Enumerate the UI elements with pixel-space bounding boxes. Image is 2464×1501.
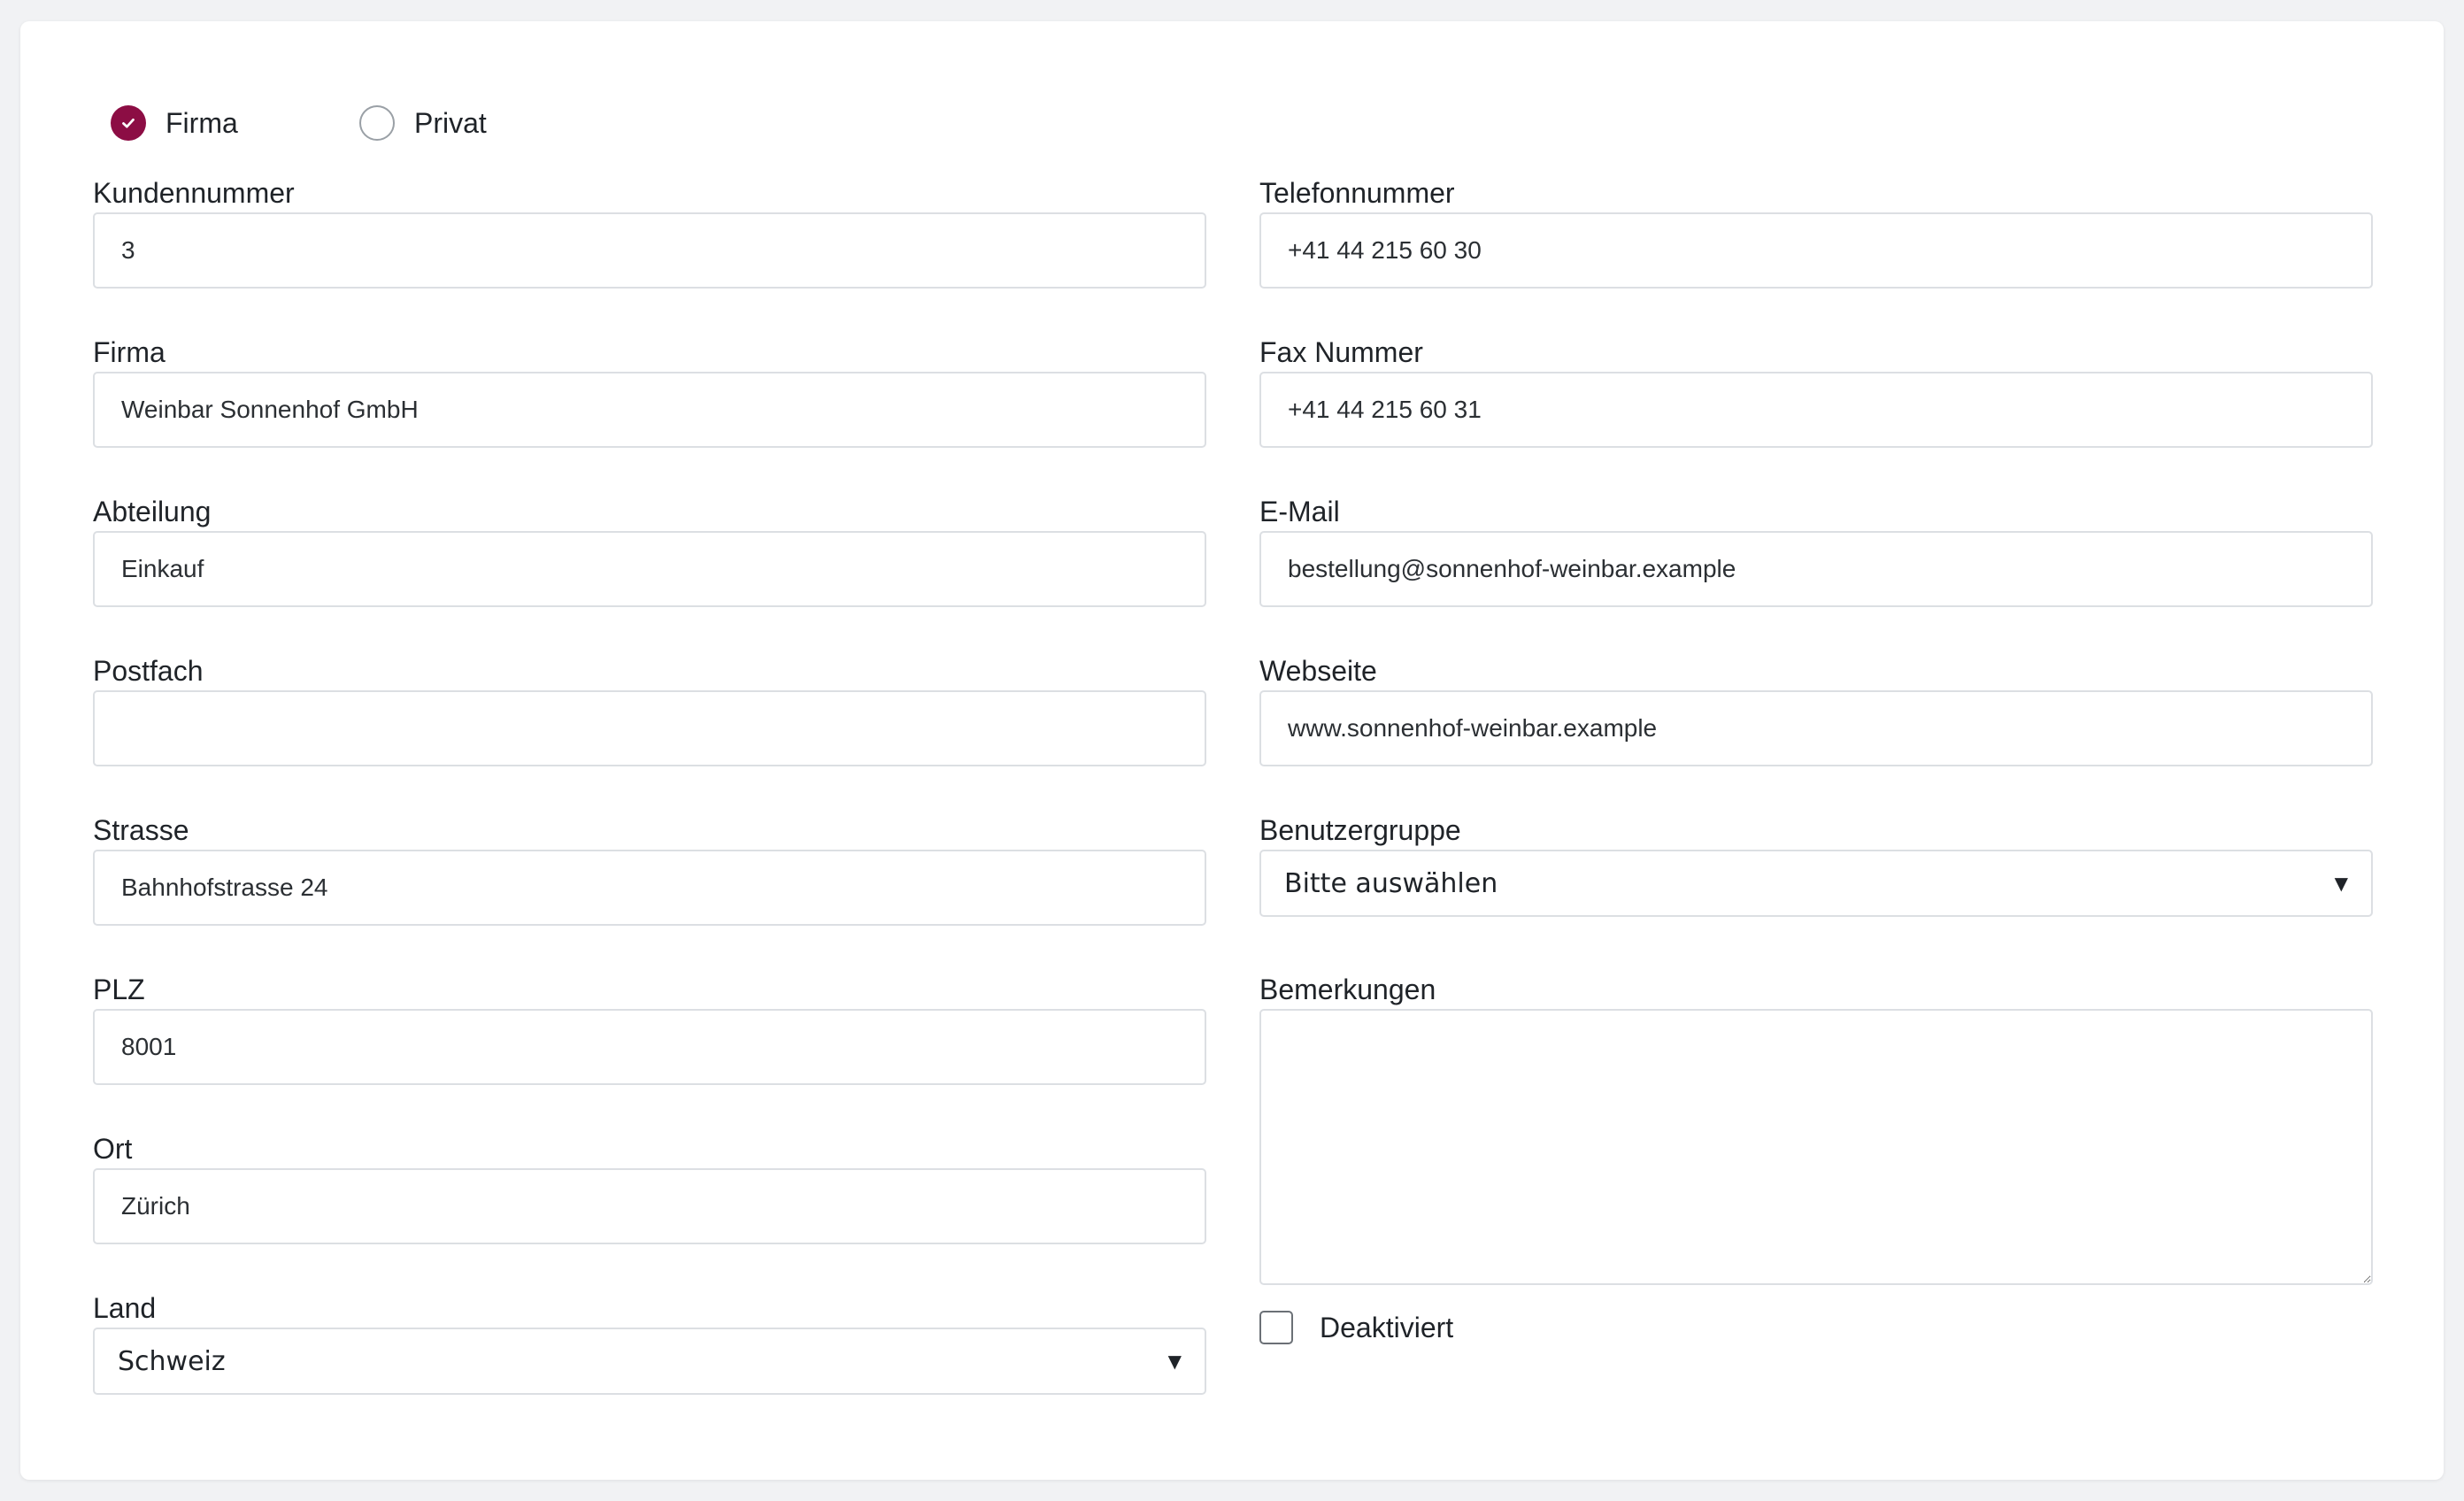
ort-label: Ort <box>93 1133 133 1165</box>
strasse-label: Strasse <box>93 814 189 846</box>
fax-input[interactable] <box>1259 372 2373 448</box>
telefon-field: Telefonnummer <box>1259 173 2373 289</box>
benutzergruppe-select[interactable]: Bitte auswählen ▼ <box>1259 850 2373 917</box>
deaktiviert-label: Deaktiviert <box>1320 1311 1454 1343</box>
email-input[interactable] <box>1259 531 2373 607</box>
strasse-input[interactable] <box>93 850 1206 926</box>
radio-checked-icon <box>111 105 146 141</box>
customer-form-card: Firma Privat Kundennummer Firma Abteilun… <box>20 21 2444 1480</box>
kundennummer-label: Kundennummer <box>93 177 295 209</box>
webseite-input[interactable] <box>1259 690 2373 766</box>
bemerkungen-label: Bemerkungen <box>1259 974 1436 1005</box>
land-select[interactable]: Schweiz ▼ <box>93 1328 1206 1395</box>
telefon-label: Telefonnummer <box>1259 177 1455 209</box>
radio-privat-label: Privat <box>414 106 487 139</box>
checkbox-icon <box>1259 1311 1293 1344</box>
telefon-input[interactable] <box>1259 212 2373 289</box>
caret-down-icon: ▼ <box>1167 1351 1182 1372</box>
postfach-input[interactable] <box>93 690 1206 766</box>
benutzergruppe-label: Benutzergruppe <box>1259 814 1461 846</box>
fax-field: Fax Nummer <box>1259 333 2373 448</box>
abteilung-label: Abteilung <box>93 496 212 527</box>
plz-input[interactable] <box>93 1009 1206 1085</box>
strasse-field: Strasse <box>93 811 1206 926</box>
bemerkungen-textarea[interactable] <box>1259 1009 2373 1285</box>
abteilung-field: Abteilung <box>93 492 1206 607</box>
email-field: E-Mail <box>1259 492 2373 607</box>
land-field: Land Schweiz ▼ <box>93 1289 1206 1395</box>
fax-label: Fax Nummer <box>1259 336 1423 368</box>
firma-field: Firma <box>93 333 1206 448</box>
benutzergruppe-field: Benutzergruppe Bitte auswählen ▼ <box>1259 811 2373 917</box>
email-label: E-Mail <box>1259 496 1340 527</box>
ort-input[interactable] <box>93 1168 1206 1244</box>
kundennummer-field: Kundennummer <box>93 173 1206 289</box>
postfach-field: Postfach <box>93 651 1206 766</box>
firma-label: Firma <box>93 336 166 368</box>
abteilung-input[interactable] <box>93 531 1206 607</box>
webseite-label: Webseite <box>1259 655 1377 687</box>
plz-field: PLZ <box>93 970 1206 1085</box>
kundennummer-input[interactable] <box>93 212 1206 289</box>
radio-unchecked-icon <box>359 105 395 141</box>
benutzergruppe-selected-value: Bitte auswählen <box>1284 867 1498 899</box>
plz-label: PLZ <box>93 974 145 1005</box>
firma-input[interactable] <box>93 372 1206 448</box>
caret-down-icon: ▼ <box>2334 873 2348 894</box>
bemerkungen-field: Bemerkungen <box>1259 970 2373 1285</box>
radio-firma-label: Firma <box>166 106 238 139</box>
radio-firma[interactable]: Firma <box>111 83 238 163</box>
postfach-label: Postfach <box>93 655 204 687</box>
land-label: Land <box>93 1292 157 1324</box>
webseite-field: Webseite <box>1259 651 2373 766</box>
land-selected-value: Schweiz <box>118 1345 226 1377</box>
deaktiviert-checkbox[interactable]: Deaktiviert <box>1259 1299 1453 1356</box>
ort-field: Ort <box>93 1129 1206 1244</box>
check-icon <box>122 118 135 128</box>
radio-privat[interactable]: Privat <box>359 83 487 163</box>
